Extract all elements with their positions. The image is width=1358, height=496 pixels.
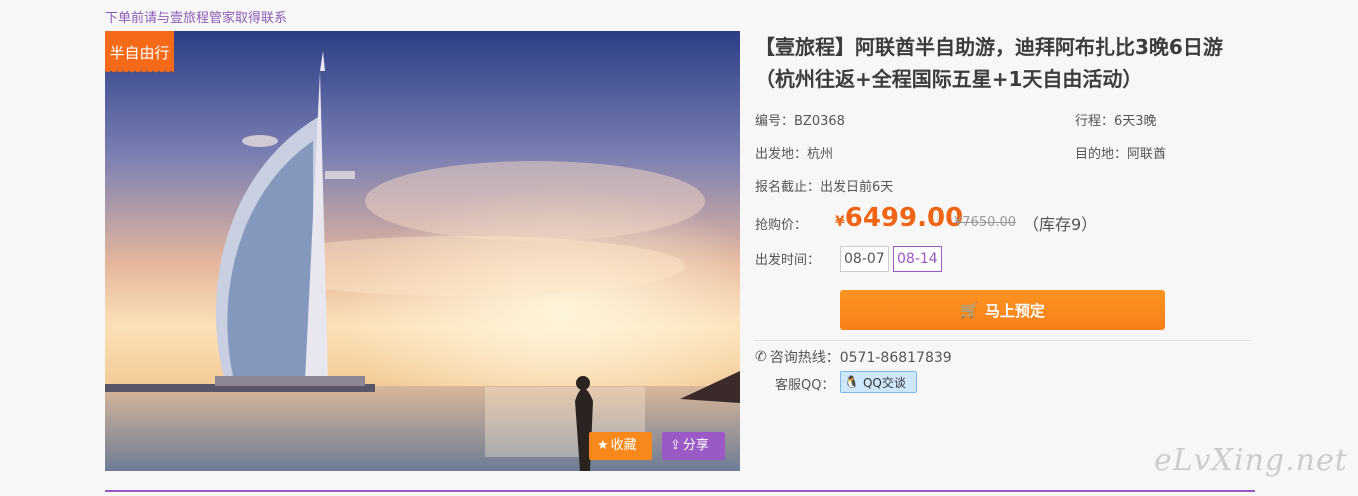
date-option-0807[interactable]: 08-07 bbox=[840, 246, 889, 272]
currency-symbol: ¥ bbox=[835, 214, 845, 230]
product-info: 【壹旅程】阿联酋半自助游，迪拜阿布扎比3晚6日游（杭州往返+全程国际五星+1天自… bbox=[755, 31, 1250, 393]
cart-icon: 🛒 bbox=[960, 301, 979, 319]
registration-deadline: 报名截止：出发日前6天 bbox=[755, 180, 894, 195]
book-now-label: 马上预定 bbox=[984, 301, 1045, 320]
star-icon: ★ bbox=[597, 438, 609, 453]
date-option-0814[interactable]: 08-14 bbox=[893, 246, 942, 272]
product-code: 编号：BZ0368 bbox=[755, 114, 845, 129]
favorite-label: 收藏 bbox=[610, 438, 637, 453]
share-icon: ⇪ bbox=[670, 438, 681, 453]
qq-chat-button[interactable]: 🐧 QQ交谈 bbox=[840, 371, 917, 393]
product-title: 【壹旅程】阿联酋半自助游，迪拜阿布扎比3晚6日游（杭州往返+全程国际五星+1天自… bbox=[755, 35, 1223, 91]
section-divider bbox=[105, 490, 1255, 492]
favorite-button[interactable]: ★ 收藏 bbox=[589, 432, 652, 460]
burj-al-arab-image bbox=[105, 31, 740, 471]
departure-city: 出发地：杭州 bbox=[755, 147, 834, 162]
share-label: 分享 bbox=[682, 438, 709, 453]
semi-independent-tag: 半自由行 bbox=[105, 31, 174, 75]
hotline-text: 咨询热线：0571-86817839 bbox=[769, 350, 952, 366]
price-label: 抢购价： bbox=[755, 218, 808, 233]
hotline: ✆ 咨询热线：0571-86817839 bbox=[755, 347, 952, 367]
sale-price: ¥6499.00 bbox=[835, 203, 963, 233]
destination: 目的地：阿联酋 bbox=[1075, 147, 1167, 162]
trip-duration: 行程：6天3晚 bbox=[1075, 114, 1157, 129]
divider bbox=[755, 340, 1250, 341]
qq-penguin-icon: 🐧 bbox=[844, 375, 859, 389]
original-price: ¥7650.00 bbox=[954, 215, 1017, 230]
qq-label: 客服QQ： bbox=[775, 378, 835, 393]
share-button[interactable]: ⇪ 分享 bbox=[662, 432, 725, 460]
product-photo: 半自由行 ★ 收藏 ⇪ 分享 bbox=[105, 31, 740, 471]
watermark: eLvXing.net bbox=[1154, 443, 1348, 478]
phone-icon: ✆ bbox=[755, 349, 767, 365]
stock-count: （库存9） bbox=[1023, 215, 1098, 234]
booking-notice: 下单前请与壹旅程管家取得联系 bbox=[105, 11, 288, 26]
price-value: 6499.00 bbox=[844, 203, 964, 233]
qq-chat-label: QQ交谈 bbox=[862, 375, 906, 390]
departure-date-label: 出发时间： bbox=[755, 253, 821, 268]
book-now-button[interactable]: 🛒 马上预定 bbox=[840, 290, 1165, 330]
